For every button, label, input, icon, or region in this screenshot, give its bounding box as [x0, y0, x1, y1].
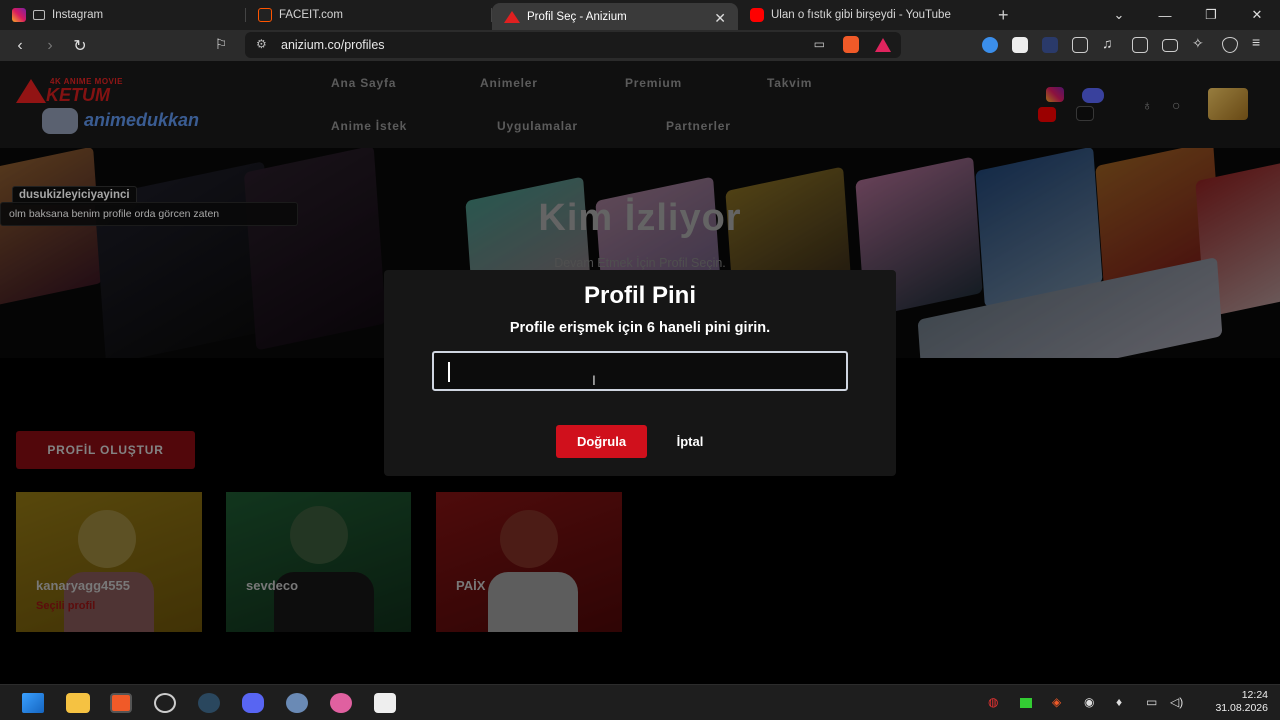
- close-tab-icon[interactable]: ✕: [714, 10, 726, 27]
- music-icon[interactable]: ♫: [1102, 35, 1118, 51]
- wallet-icon[interactable]: [1162, 39, 1178, 52]
- minimize-icon[interactable]: —: [1142, 8, 1188, 23]
- forward-icon[interactable]: ›: [35, 37, 65, 55]
- verify-button[interactable]: Doğrula: [556, 425, 647, 458]
- text-caret: [448, 362, 450, 382]
- brave-rewards-icon[interactable]: [875, 38, 891, 52]
- bookmark-icon[interactable]: ⚐: [206, 36, 236, 53]
- sidebar-icon[interactable]: [1132, 37, 1148, 53]
- anizium-icon: [504, 10, 520, 23]
- cancel-button[interactable]: İptal: [658, 425, 722, 458]
- faceit-icon: [258, 8, 272, 22]
- tab-label: Profil Seç - Anizium: [527, 10, 627, 23]
- close-window-icon[interactable]: ✕: [1234, 7, 1280, 23]
- microphone-icon[interactable]: ♦: [1116, 695, 1122, 709]
- system-clock[interactable]: 12:24 31.08.2026: [1215, 689, 1268, 715]
- osu-icon[interactable]: [330, 693, 352, 713]
- tab-youtube[interactable]: Ulan o fıstık gibi birşeydi - YouTube: [738, 0, 984, 30]
- youtube-icon: [750, 8, 764, 22]
- install-app-icon[interactable]: ▭: [814, 37, 825, 51]
- brave-shields-icon[interactable]: [843, 36, 859, 53]
- dialog-subtitle: Profile erişmek için 6 haneli pini girin…: [509, 320, 771, 336]
- taskbar: ◍ ◈ ◉ ♦ ▭ ◁) 12:24 31.08.2026: [0, 684, 1280, 720]
- url-text: anizium.co/profiles: [281, 38, 385, 52]
- pin-input[interactable]: [432, 351, 848, 391]
- app-icon[interactable]: [374, 693, 396, 713]
- restore-icon[interactable]: ❐: [1188, 7, 1234, 23]
- browser-tab-strip: Instagram FACEIT.com Profil Seç - Aniziu…: [0, 0, 1280, 30]
- menu-icon[interactable]: ≡: [1252, 34, 1268, 50]
- tray-steam-icon[interactable]: ◉: [1084, 695, 1094, 709]
- tab-label: Instagram: [52, 9, 104, 21]
- file-explorer-icon[interactable]: [66, 693, 90, 713]
- brave-browser-icon[interactable]: [110, 693, 132, 713]
- discord-icon[interactable]: [242, 693, 264, 713]
- puzzle-icon[interactable]: [1072, 37, 1088, 53]
- app-icon[interactable]: [286, 693, 308, 713]
- extension-icon[interactable]: [1042, 37, 1058, 53]
- steam-icon[interactable]: [198, 693, 220, 713]
- tab-instagram[interactable]: Instagram: [0, 0, 246, 30]
- reload-icon[interactable]: ↻: [65, 36, 95, 56]
- text-cursor-icon: I: [592, 372, 596, 388]
- new-tab-button[interactable]: +: [998, 5, 1009, 26]
- tab-label: Ulan o fıstık gibi birşeydi - YouTube: [771, 9, 951, 21]
- volume-icon[interactable]: ◁): [1170, 695, 1183, 709]
- site-info-icon[interactable]: ⚙: [256, 37, 267, 51]
- instagram-icon: [12, 8, 26, 22]
- app-icon[interactable]: [154, 693, 176, 713]
- network-icon[interactable]: ▭: [1146, 695, 1157, 709]
- tray-app-icon[interactable]: [1020, 698, 1032, 708]
- tab-anizium[interactable]: Profil Seç - Anizium ✕: [492, 3, 738, 30]
- leo-ai-icon[interactable]: ✧: [1192, 35, 1208, 51]
- back-icon[interactable]: ‹: [5, 37, 35, 55]
- extension-icon[interactable]: [1012, 37, 1028, 53]
- profile-pin-dialog: Profil Pini Profile erişmek için 6 hanel…: [384, 270, 896, 476]
- clock-time: 12:24: [1241, 689, 1268, 701]
- page-content: 4K ANIME MOVIE KETUM animedukkan Ana Say…: [0, 61, 1280, 684]
- address-bar[interactable]: ⚙ anizium.co/profiles ▭: [245, 32, 901, 58]
- tab-label: FACEIT.com: [279, 9, 343, 21]
- dialog-title: Profil Pini: [583, 282, 696, 309]
- tab-search-icon[interactable]: ⌄: [1096, 7, 1142, 23]
- browser-toolbar: ‹ › ↻ ⚐ ⚙ anizium.co/profiles ▭: [0, 30, 1280, 61]
- clock-date: 31.08.2026: [1215, 702, 1268, 714]
- tab-group-icon: [33, 10, 45, 20]
- tray-brave-icon[interactable]: ◈: [1052, 695, 1061, 709]
- tray-app-icon[interactable]: ◍: [988, 695, 998, 709]
- start-menu-icon[interactable]: [22, 693, 44, 713]
- window-controls: ⌄ — ❐ ✕: [1096, 0, 1280, 30]
- extension-icon[interactable]: [982, 37, 998, 53]
- tab-faceit[interactable]: FACEIT.com: [246, 0, 492, 30]
